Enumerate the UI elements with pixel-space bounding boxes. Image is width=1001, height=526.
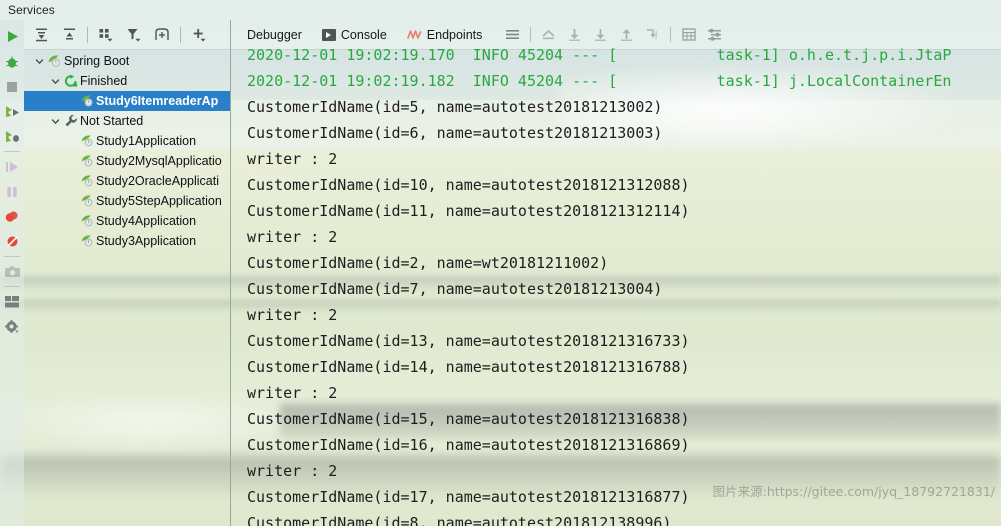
chevron-down-icon[interactable] [48,71,62,91]
console-line: CustomerIdName(id=15, name=autotest20181… [247,410,690,428]
screenshot-icon[interactable] [0,259,24,284]
chevron-down-icon[interactable] [32,51,46,71]
console-panel: Debugger Console Endpoints 2020-12-01 19… [231,20,1001,526]
tree-toolbar [24,20,230,50]
spring-app-icon [78,231,96,251]
chevron-down-icon[interactable] [48,111,62,131]
stop-icon[interactable] [0,74,24,99]
expand-all-icon[interactable] [28,23,54,47]
tree-node-spacer [64,91,78,111]
tab-console-label: Console [340,27,387,42]
console-line: writer : 2 [247,228,338,246]
tree-node-spacer [64,231,78,251]
tree-node-spacer [64,131,78,151]
collapse-all-icon[interactable] [56,23,82,47]
tree-node-label: Study6ItemreaderAp [96,94,219,108]
run-icon[interactable] [0,24,24,49]
console-line: CustomerIdName(id=16, name=autotest20181… [247,436,690,454]
tree-node[interactable]: Study5StepApplication [24,191,230,211]
tree-node-spacer [64,191,78,211]
finished-icon [62,71,80,91]
console-icon [321,28,336,41]
tree-node-label: Study5StepApplication [96,194,222,208]
tree-node[interactable]: Finished [24,71,230,91]
tab-debugger-label: Debugger [247,27,302,42]
group-by-icon[interactable] [93,23,119,47]
tree-node-spacer [64,171,78,191]
console-line: CustomerIdName(id=6, name=autotest201812… [247,124,663,142]
spring-app-icon [78,171,96,191]
console-line: CustomerIdName(id=10, name=autotest20181… [247,176,690,194]
services-tree[interactable]: Spring Boot Finished Study6ItemreaderAp Not… [24,50,230,526]
console-line: CustomerIdName(id=8, name=autotest201812… [247,514,672,526]
debug-icon[interactable] [0,49,24,74]
console-output[interactable]: 2020-12-01 19:02:19.170 INFO 45204 --- [… [231,42,1001,526]
tree-node-label: Not Started [80,114,144,128]
resume-program-icon[interactable] [0,154,24,179]
settings-gear-icon[interactable] [0,314,24,339]
spring-app-icon [78,211,96,231]
not-started-icon [62,111,80,131]
tree-node-label: Study3Application [96,234,197,248]
tree-node[interactable]: Study1Application [24,131,230,151]
tree-node[interactable]: Not Started [24,111,230,131]
spring-app-icon [78,191,96,211]
tree-node-label: Finished [80,74,128,88]
console-line: writer : 2 [247,384,338,402]
tree-node[interactable]: Study2OracleApplicati [24,171,230,191]
console-line: writer : 2 [247,150,338,168]
tree-node[interactable]: Study3Application [24,231,230,251]
tree-node-spacer [64,211,78,231]
tree-node-label: Study4Application [96,214,197,228]
console-line: CustomerIdName(id=5, name=autotest201812… [247,98,663,116]
console-line: CustomerIdName(id=11, name=autotest20181… [247,202,690,220]
layout-settings-icon[interactable] [0,289,24,314]
spring-boot-icon [46,51,64,71]
page-title: Services [8,3,55,17]
tree-node[interactable]: Study6ItemreaderAp [24,91,230,111]
debug-action-strip [0,20,24,526]
spring-app-icon [78,131,96,151]
tree-node[interactable]: Spring Boot [24,51,230,71]
spring-app-icon [78,151,96,171]
tree-node-label: Spring Boot [64,54,130,68]
rerun-debug-icon[interactable] [0,124,24,149]
endpoints-icon [406,28,422,41]
tree-node[interactable]: Study4Application [24,211,230,231]
console-line: CustomerIdName(id=13, name=autotest20181… [247,332,690,350]
services-tool-window: Services Spring Boot Finished Study6Item… [0,0,1001,526]
mute-breakpoints-icon[interactable] [0,229,24,254]
tool-window-title-bar: Services [0,0,1001,20]
tree-node-spacer [64,151,78,171]
console-line: CustomerIdName(id=7, name=autotest201812… [247,280,663,298]
rerun-icon[interactable] [0,99,24,124]
console-line: 2020-12-01 19:02:19.170 INFO 45204 --- [… [247,46,952,64]
add-tab-icon[interactable] [149,23,175,47]
tab-endpoints-label: Endpoints [426,27,483,42]
pause-program-icon[interactable] [0,179,24,204]
console-line: CustomerIdName(id=14, name=autotest20181… [247,358,690,376]
tree-node-label: Study2OracleApplicati [96,174,219,188]
console-line: 2020-12-01 19:02:19.182 INFO 45204 --- [… [247,72,952,90]
tree-node[interactable]: Study2MysqlApplicatio [24,151,230,171]
console-line: writer : 2 [247,306,338,324]
tree-node-label: Study1Application [96,134,197,148]
add-service-icon[interactable] [186,23,212,47]
view-breakpoints-icon[interactable] [0,204,24,229]
filter-icon[interactable] [121,23,147,47]
services-tree-panel: Spring Boot Finished Study6ItemreaderAp Not… [24,20,231,526]
console-line: CustomerIdName(id=2, name=wt20181211002) [247,254,609,272]
spring-app-icon [78,91,96,111]
tree-node-label: Study2MysqlApplicatio [96,154,222,168]
source-watermark: 图片来源:https://gitee.com/jyq_18792721831/ [712,484,995,499]
